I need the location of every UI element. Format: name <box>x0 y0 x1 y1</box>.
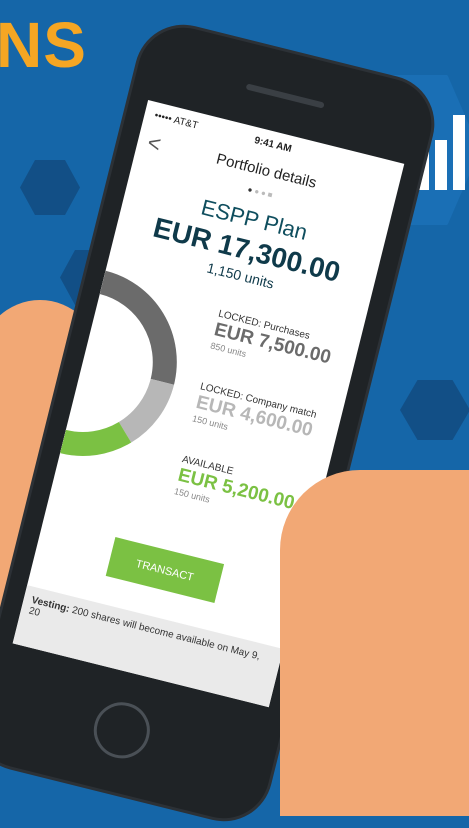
hex-decoration <box>20 160 80 215</box>
hand-right <box>280 470 469 816</box>
scene: NS ••••• AT&T 9:41 AM < Portfolio detail… <box>0 0 469 828</box>
legend-company-match: LOCKED: Company match EUR 4,600.00 150 u… <box>191 381 337 457</box>
headline: NS <box>0 9 87 81</box>
page-dot-4: ■ <box>266 189 276 201</box>
arc-available <box>60 421 132 456</box>
legend-purchases: LOCKED: Purchases EUR 7,500.00 850 units <box>209 309 355 385</box>
arc-purchases <box>99 270 177 385</box>
transact-button[interactable]: TRANSACT <box>105 537 225 603</box>
arc-company-match <box>118 378 175 443</box>
hex-decoration <box>400 380 469 440</box>
